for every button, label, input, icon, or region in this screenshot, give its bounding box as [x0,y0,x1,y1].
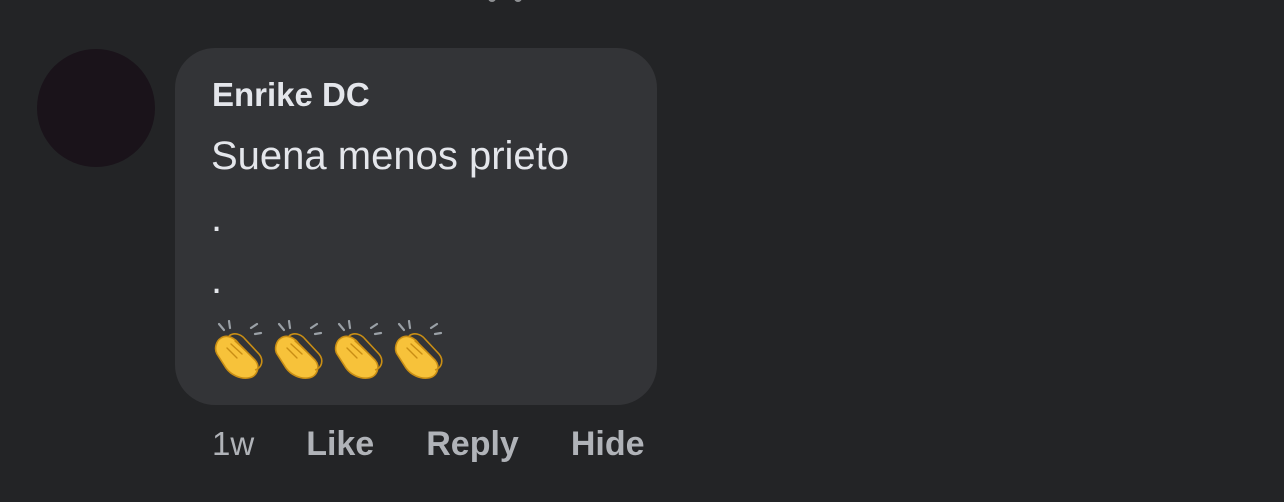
comment-author[interactable]: Enrike DC [212,76,370,114]
clapping-hands-icon [274,320,323,379]
comment-bubble[interactable]: Enrike DC Suena menos prieto . . [175,48,657,405]
clapping-hands-icon [394,320,443,379]
hide-button[interactable]: Hide [571,425,645,464]
like-button[interactable]: Like [306,425,374,464]
comment-text-line: Suena menos prieto [211,134,570,178]
clapping-hands-icon [334,320,383,379]
avatar[interactable] [37,49,155,167]
comment-actions: 1w Like Reply Hide [212,422,697,466]
text-fragment [488,0,496,2]
comment-text-line: . [211,196,223,240]
emoji-row [211,320,447,380]
text-fragment [514,0,522,2]
comment-thread: Enrike DC Suena menos prieto . . 1w Like… [0,0,1284,502]
clapping-hands-icon [214,320,263,379]
reply-button[interactable]: Reply [426,425,519,464]
previous-comment-fragment [470,0,540,4]
comment-timestamp[interactable]: 1w [212,425,254,463]
comment-text-line: . [211,258,223,302]
